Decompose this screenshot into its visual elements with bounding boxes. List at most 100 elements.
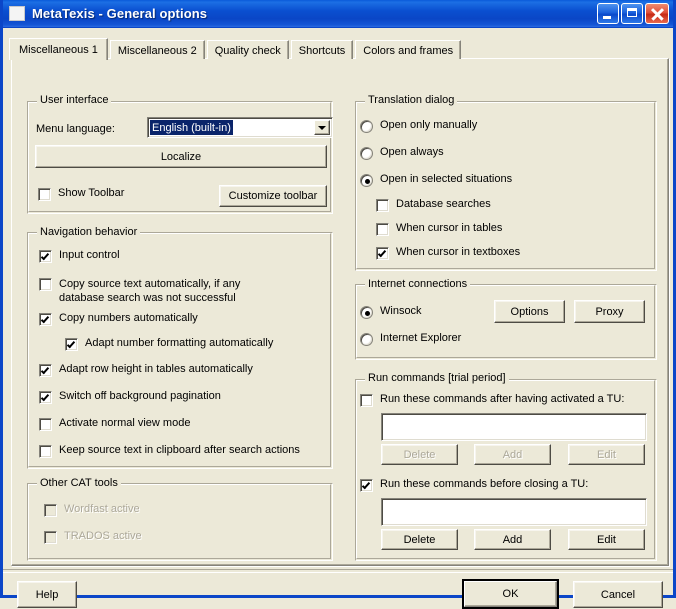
wordfast-active-label: Wordfast active xyxy=(64,503,140,515)
tab-quality-check[interactable]: Quality check xyxy=(206,40,289,59)
other-cat-tools-group-title: Other CAT tools xyxy=(37,477,121,489)
tab-miscellaneous-1[interactable]: Miscellaneous 1 xyxy=(9,38,108,60)
input-control-checkbox[interactable]: Input control xyxy=(39,249,120,263)
checkbox-indicator xyxy=(39,391,52,404)
run-before-closing-field[interactable] xyxy=(381,498,647,526)
window-title: MetaTexis - General options xyxy=(32,6,208,21)
adapt-number-formatting-checkbox[interactable]: Adapt number formatting automatically xyxy=(65,337,273,351)
activate-normal-view-label: Activate normal view mode xyxy=(59,417,191,429)
checkbox-indicator xyxy=(376,247,389,260)
checkbox-indicator xyxy=(360,394,373,407)
tab-strip: Miscellaneous 1 Miscellaneous 2 Quality … xyxy=(9,38,665,60)
checkbox-indicator xyxy=(39,364,52,377)
customize-toolbar-button[interactable]: Customize toolbar xyxy=(219,185,327,207)
run-before-edit-button[interactable]: Edit xyxy=(568,529,645,550)
maximize-button[interactable] xyxy=(621,3,643,24)
wordfast-active-checkbox: Wordfast active xyxy=(44,503,140,517)
internet-explorer-label: Internet Explorer xyxy=(380,332,462,344)
winsock-label: Winsock xyxy=(380,305,422,317)
menu-language-combobox[interactable]: English (built-in) xyxy=(147,117,333,138)
copy-numbers-checkbox[interactable]: Copy numbers automatically xyxy=(39,312,198,326)
checkbox-indicator xyxy=(44,504,57,517)
adapt-row-height-checkbox[interactable]: Adapt row height in tables automatically xyxy=(39,363,253,377)
checkbox-indicator xyxy=(39,278,52,291)
run-before-closing-label: Run these commands before closing a TU: xyxy=(380,478,589,490)
cursor-in-tables-checkbox[interactable]: When cursor in tables xyxy=(376,222,502,236)
open-only-manually-radio[interactable]: Open only manually xyxy=(360,119,477,133)
activate-normal-view-checkbox[interactable]: Activate normal view mode xyxy=(39,417,190,431)
winsock-radio[interactable]: Winsock xyxy=(360,305,422,319)
options-dialog-window: MetaTexis - General options Miscellaneou… xyxy=(0,0,676,609)
checkbox-indicator xyxy=(44,531,57,544)
cursor-in-tables-label: When cursor in tables xyxy=(396,222,503,234)
footer-separator xyxy=(3,569,673,573)
dialog-client-area: Miscellaneous 1 Miscellaneous 2 Quality … xyxy=(3,28,673,609)
run-before-delete-button[interactable]: Delete xyxy=(381,529,458,550)
trados-active-label: TRADOS active xyxy=(64,530,142,542)
window-controls xyxy=(597,3,669,24)
tab-shortcuts[interactable]: Shortcuts xyxy=(290,40,354,59)
tab-miscellaneous-2[interactable]: Miscellaneous 2 xyxy=(109,40,205,59)
checkbox-indicator xyxy=(39,418,52,431)
internet-options-button[interactable]: Options xyxy=(494,300,565,323)
radio-indicator xyxy=(360,306,373,319)
run-before-add-button[interactable]: Add xyxy=(474,529,551,550)
run-after-activate-field[interactable] xyxy=(381,413,647,441)
checkbox-indicator xyxy=(376,223,389,236)
trados-active-checkbox: TRADOS active xyxy=(44,530,142,544)
checkbox-indicator xyxy=(39,445,52,458)
copy-source-text-checkbox[interactable]: Copy source text automatically, if any d… xyxy=(39,277,240,305)
title-bar: MetaTexis - General options xyxy=(3,0,673,28)
keep-source-clipboard-label: Keep source text in clipboard after sear… xyxy=(59,444,300,456)
show-toolbar-checkbox[interactable]: Show Toolbar xyxy=(38,187,124,201)
menu-language-value: English (built-in) xyxy=(150,120,233,135)
switch-off-pagination-checkbox[interactable]: Switch off background pagination xyxy=(39,390,221,404)
ok-button-label: OK xyxy=(464,581,557,607)
adapt-number-formatting-label: Adapt number formatting automatically xyxy=(85,337,274,349)
radio-indicator xyxy=(360,333,373,346)
cursor-in-textboxes-label: When cursor in textboxes xyxy=(396,246,521,258)
internet-explorer-radio[interactable]: Internet Explorer xyxy=(360,332,461,346)
run-after-edit-button: Edit xyxy=(568,444,645,465)
proxy-button[interactable]: Proxy xyxy=(574,300,645,323)
cursor-in-textboxes-checkbox[interactable]: When cursor in textboxes xyxy=(376,246,520,260)
run-before-closing-checkbox[interactable]: Run these commands before closing a TU: xyxy=(360,478,588,492)
checkbox-indicator xyxy=(360,479,373,492)
radio-indicator xyxy=(360,174,373,187)
chevron-down-icon xyxy=(318,125,326,130)
run-after-activate-checkbox[interactable]: Run these commands after having activate… xyxy=(360,393,624,407)
checkbox-indicator xyxy=(39,313,52,326)
database-searches-checkbox[interactable]: Database searches xyxy=(376,198,491,212)
navigation-behavior-group-title: Navigation behavior xyxy=(37,226,141,238)
open-always-radio[interactable]: Open always xyxy=(360,146,444,160)
copy-numbers-label: Copy numbers automatically xyxy=(59,312,198,324)
run-after-delete-button: Delete xyxy=(381,444,458,465)
other-cat-tools-group xyxy=(27,483,333,561)
app-icon xyxy=(9,6,25,21)
run-after-add-button: Add xyxy=(474,444,551,465)
input-control-label: Input control xyxy=(59,249,120,261)
checkbox-indicator xyxy=(38,188,51,201)
database-searches-label: Database searches xyxy=(396,198,491,210)
cancel-button[interactable]: Cancel xyxy=(573,581,663,608)
combo-dropdown-button[interactable] xyxy=(314,120,330,135)
minimize-button[interactable] xyxy=(597,3,619,24)
tab-colors-and-frames[interactable]: Colors and frames xyxy=(355,40,462,59)
maximize-icon xyxy=(627,8,637,17)
open-always-label: Open always xyxy=(380,146,444,158)
close-button[interactable] xyxy=(645,3,669,24)
keep-source-clipboard-checkbox[interactable]: Keep source text in clipboard after sear… xyxy=(39,444,300,458)
show-toolbar-label: Show Toolbar xyxy=(58,187,125,199)
open-in-selected-situations-label: Open in selected situations xyxy=(380,173,513,185)
checkbox-indicator xyxy=(39,250,52,263)
radio-indicator xyxy=(360,120,373,133)
open-in-selected-situations-radio[interactable]: Open in selected situations xyxy=(360,173,512,187)
switch-off-pagination-label: Switch off background pagination xyxy=(59,390,221,402)
run-commands-group-title: Run commands [trial period] xyxy=(365,372,509,384)
menu-language-label: Menu language: xyxy=(36,123,115,135)
checkbox-indicator xyxy=(376,199,389,212)
open-only-manually-label: Open only manually xyxy=(380,119,478,131)
localize-button[interactable]: Localize xyxy=(35,145,327,168)
help-button[interactable]: Help xyxy=(17,581,77,608)
ok-button[interactable]: OK xyxy=(462,579,559,609)
